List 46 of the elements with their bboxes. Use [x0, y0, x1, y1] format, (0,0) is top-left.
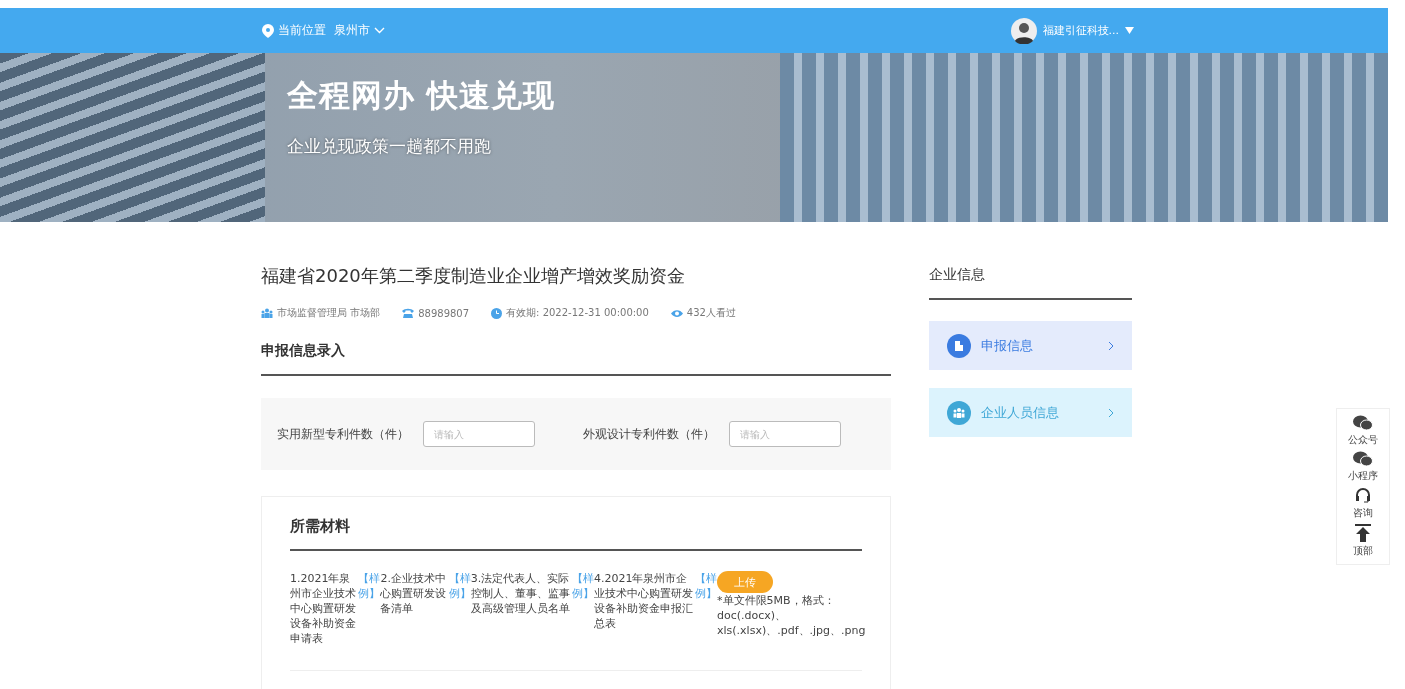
toolbar-button[interactable]: 公众号	[1348, 413, 1378, 449]
section-heading: 所需材料	[290, 517, 862, 551]
sample-link[interactable]: 【样例】	[571, 571, 594, 646]
phone-icon	[402, 308, 415, 318]
banner-title: 全程网办 快速兑现	[287, 76, 555, 115]
department-text: 市场监督管理局 市场部	[277, 306, 381, 320]
policy-title: 福建省2020年第二季度制造业企业增产增效奖励资金	[261, 264, 686, 288]
organization-icon	[261, 308, 273, 318]
sample-link[interactable]: 【样例】	[695, 571, 717, 646]
validity-text: 有效期: 2022-12-31 00:00:00	[506, 306, 649, 320]
section-heading: 申报信息录入	[261, 342, 891, 376]
chevron-right-icon	[1108, 340, 1114, 351]
eye-icon	[670, 308, 683, 318]
phone-text: 88989807	[418, 307, 470, 319]
back-to-top-icon	[1355, 524, 1371, 542]
field-label: 外观设计专利件数（件）	[583, 425, 715, 443]
toolbar-button[interactable]: 顶部	[1353, 522, 1373, 560]
toolbar-button[interactable]: 小程序	[1348, 449, 1378, 485]
info-link[interactable]: 企业人员信息	[929, 388, 1132, 437]
sample-link[interactable]: 【样例】	[358, 571, 381, 646]
banner-subtitle: 企业兑现政策一趟都不用跑	[287, 135, 492, 158]
clock-icon	[491, 307, 503, 319]
views-text: 432人看过	[686, 306, 736, 320]
section-heading: 企业信息	[929, 264, 1132, 300]
headset-icon	[1355, 487, 1371, 504]
material-name: 2.企业技术中心购置研发设备清单	[380, 571, 448, 617]
material-name: 3.法定代表人、实际控制人、董事、监事及高级管理人员名单	[470, 571, 571, 617]
caret-icon	[1125, 27, 1134, 34]
avatar-icon	[1010, 17, 1037, 44]
toolbar-button[interactable]: 咨询	[1353, 485, 1373, 522]
location-pin-icon	[262, 23, 274, 38]
material-name: 1.2021年泉州市企业技术中心购置研发设备补助资金申请表	[290, 571, 357, 646]
chat-bubbles-icon	[1353, 451, 1373, 467]
chevron-down-icon	[374, 27, 385, 34]
field-label: 实用新型专利件数（件）	[277, 425, 409, 443]
info-link[interactable]: 申报信息	[929, 321, 1132, 370]
input-field[interactable]: 请输入	[423, 421, 535, 447]
input-field[interactable]: 请输入	[729, 421, 841, 447]
material-name: 4.2021年泉州市企业技术中心购置研发设备补助资金申报汇总表	[593, 571, 694, 632]
user-menu[interactable]: 福建引征科技...	[1010, 17, 1134, 44]
sample-link[interactable]: 【样例】	[448, 571, 471, 646]
upload-button[interactable]: 上传	[717, 571, 773, 593]
city-dropdown[interactable]: 泉州市	[330, 22, 385, 39]
chat-bubbles-icon	[1353, 415, 1373, 431]
chevron-right-icon	[1108, 407, 1114, 418]
location-label: 当前位置	[278, 22, 326, 39]
